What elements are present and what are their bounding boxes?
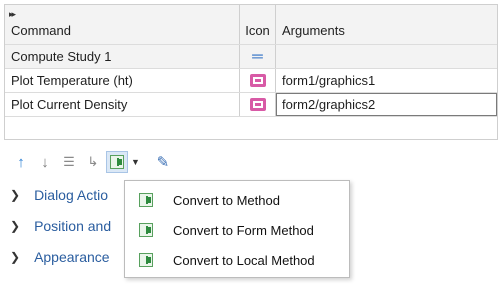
menu-item-convert-to-local-method[interactable]: Convert to Local Method [125,245,349,275]
table-toolbar: ↑ ↓ ☰ ↳ ▼ ✎ [10,150,176,174]
move-up-icon[interactable]: ↑ [10,151,32,173]
table-header: ▸▸ Command Icon Arguments [5,5,497,45]
section-position-and-size[interactable]: ❯ Position and [10,215,111,237]
plot-icon [249,98,266,111]
command-cell[interactable]: Compute Study 1 [5,45,240,68]
edit-icon[interactable]: ✎ [152,151,174,173]
convert-dropdown-menu: Convert to Method Convert to Form Method… [124,180,350,278]
method-icon[interactable]: ↳ [82,151,104,173]
section-dialog-actions[interactable]: ❯ Dialog Actio [10,184,108,206]
menu-item-label: Convert to Local Method [173,252,315,268]
icon-cell[interactable]: ═ [240,45,276,68]
column-header-command[interactable]: Command [5,5,240,44]
plot-icon [249,74,266,87]
table-row[interactable]: Compute Study 1 ═ [5,45,497,69]
arguments-cell[interactable]: form1/graphics1 [276,69,497,92]
expand-columns-icon[interactable]: ▸▸ [9,9,16,20]
command-cell[interactable]: Plot Temperature (ht) [5,69,240,92]
table-row[interactable]: Plot Temperature (ht) form1/graphics1 [5,69,497,93]
table-row[interactable]: Plot Current Density form2/graphics2 [5,93,497,117]
chevron-right-icon: ❯ [10,219,21,233]
menu-item-label: Convert to Form Method [173,222,314,238]
method-icon [139,193,153,207]
convert-method-icon[interactable] [106,151,128,173]
method-icon [139,223,153,237]
delete-icon[interactable]: ☰ [58,151,80,173]
column-header-icon[interactable]: Icon [240,5,276,44]
column-header-arguments[interactable]: Arguments [276,5,497,44]
menu-item-label: Convert to Method [173,192,280,208]
menu-item-convert-to-form-method[interactable]: Convert to Form Method [125,215,349,245]
section-label: Position and [34,218,112,234]
method-icon [139,253,153,267]
command-cell[interactable]: Plot Current Density [5,93,240,116]
equals-icon: ═ [252,48,263,65]
section-appearance[interactable]: ❯ Appearance [10,246,110,268]
section-label: Appearance [34,249,110,265]
icon-cell[interactable] [240,69,276,92]
dropdown-arrow-icon[interactable]: ▼ [131,157,140,167]
command-table: ▸▸ Command Icon Arguments Compute Study … [4,4,498,140]
section-label: Dialog Actio [34,187,108,203]
method-glyph-icon [110,155,124,169]
arguments-cell[interactable] [276,45,497,68]
icon-cell[interactable] [240,93,276,116]
chevron-right-icon: ❯ [10,188,21,202]
chevron-right-icon: ❯ [10,250,21,264]
menu-item-convert-to-method[interactable]: Convert to Method [125,185,349,215]
move-down-icon[interactable]: ↓ [34,151,56,173]
arguments-cell[interactable]: form2/graphics2 [276,93,497,116]
